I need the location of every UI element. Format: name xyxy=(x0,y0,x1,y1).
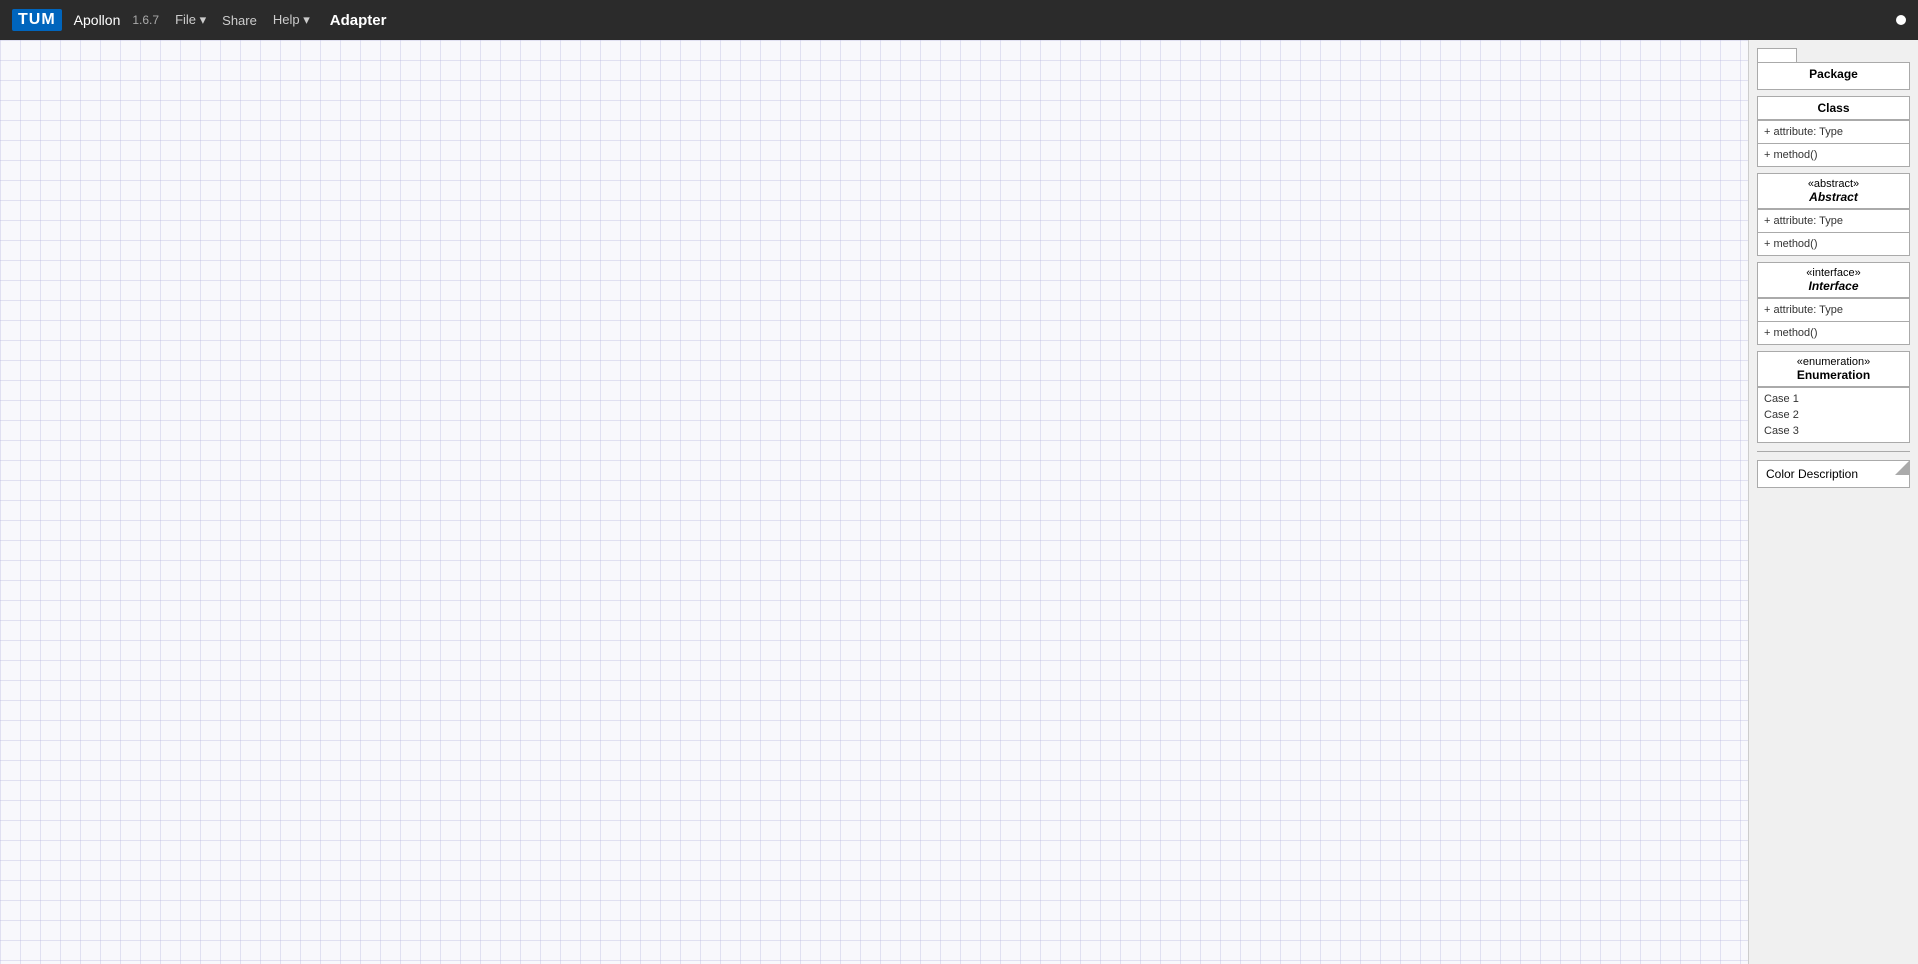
abstract-methods-section: + method() xyxy=(1758,232,1909,255)
app-name: Apollon xyxy=(74,12,121,28)
app-version: 1.6.7 xyxy=(132,13,159,27)
enumeration-cases-section: Case 1 Case 2 Case 3 xyxy=(1758,387,1909,442)
color-description-shape[interactable]: Color Description xyxy=(1757,460,1910,488)
interface-shape[interactable]: «interface» Interface + attribute: Type … xyxy=(1757,262,1910,345)
color-description-label: Color Description xyxy=(1758,461,1909,487)
class-attribute: + attribute: Type xyxy=(1764,124,1903,140)
enumeration-title: «enumeration» Enumeration xyxy=(1758,352,1909,387)
package-title: Package xyxy=(1758,63,1909,89)
status-indicator xyxy=(1896,15,1906,25)
sidebar-divider xyxy=(1757,451,1910,452)
enumeration-case-3: Case 3 xyxy=(1764,423,1903,439)
abstract-name: Abstract xyxy=(1809,190,1858,204)
tum-logo: TUM xyxy=(12,9,62,31)
diagram-title: Adapter xyxy=(330,12,387,29)
abstract-attributes-section: + attribute: Type xyxy=(1758,209,1909,232)
package-shape[interactable]: Package xyxy=(1757,62,1910,90)
class-method: + method() xyxy=(1764,147,1903,163)
share-menu[interactable]: Share xyxy=(218,11,261,30)
package-tab xyxy=(1757,48,1797,62)
abstract-stereotype: «abstract» xyxy=(1764,178,1903,190)
abstract-method: + method() xyxy=(1764,236,1903,252)
interface-name: Interface xyxy=(1808,279,1858,293)
interface-methods-section: + method() xyxy=(1758,321,1909,344)
class-methods-section: + method() xyxy=(1758,143,1909,166)
class-title: Class xyxy=(1758,97,1909,120)
interface-attribute: + attribute: Type xyxy=(1764,302,1903,318)
interface-stereotype: «interface» xyxy=(1764,267,1903,279)
navbar: TUM Apollon 1.6.7 File ▾ Share Help ▾ Ad… xyxy=(0,0,1918,40)
enumeration-shape[interactable]: «enumeration» Enumeration Case 1 Case 2 … xyxy=(1757,351,1910,443)
enumeration-name: Enumeration xyxy=(1797,368,1870,382)
interface-method: + method() xyxy=(1764,325,1903,341)
help-menu[interactable]: Help ▾ xyxy=(269,10,314,30)
abstract-title: «abstract» Abstract xyxy=(1758,174,1909,209)
interface-attributes-section: + attribute: Type xyxy=(1758,298,1909,321)
abstract-attribute: + attribute: Type xyxy=(1764,213,1903,229)
class-attributes-section: + attribute: Type xyxy=(1758,120,1909,143)
class-shape[interactable]: Class + attribute: Type + method() xyxy=(1757,96,1910,167)
file-menu[interactable]: File ▾ xyxy=(171,10,210,30)
enumeration-case-1: Case 1 xyxy=(1764,391,1903,407)
enumeration-case-2: Case 2 xyxy=(1764,407,1903,423)
abstract-shape[interactable]: «abstract» Abstract + attribute: Type + … xyxy=(1757,173,1910,256)
sidebar-panel: Package Class + attribute: Type + method… xyxy=(1748,40,1918,964)
main-area: Package Class + attribute: Type + method… xyxy=(0,40,1918,964)
package-card[interactable]: Package xyxy=(1757,62,1910,90)
nav-menu: File ▾ Share Help ▾ xyxy=(171,10,314,30)
diagram-canvas[interactable] xyxy=(0,40,1748,964)
interface-title: «interface» Interface xyxy=(1758,263,1909,298)
enumeration-stereotype: «enumeration» xyxy=(1764,356,1903,368)
